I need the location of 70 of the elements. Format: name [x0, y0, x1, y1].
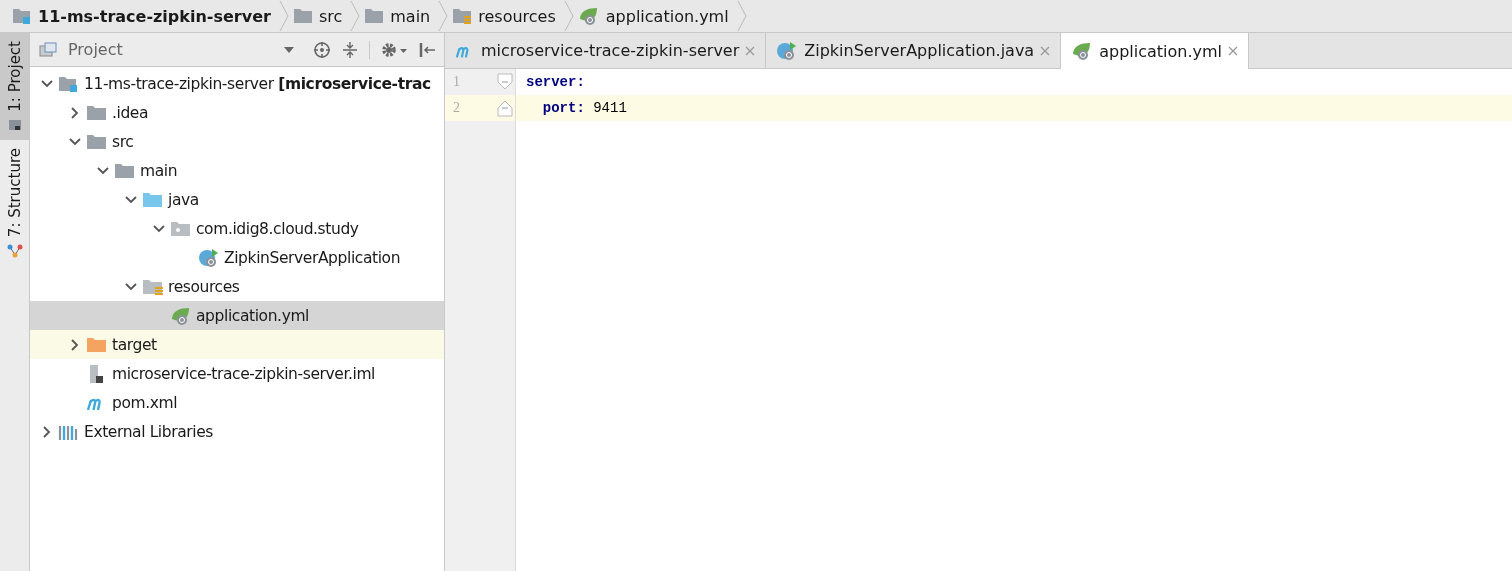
editor-tab[interactable]: microservice-trace-zipkin-server [445, 33, 767, 68]
package-icon [170, 219, 192, 238]
breadcrumb-item[interactable]: resources [478, 6, 556, 26]
folder-icon [86, 132, 108, 151]
tree-row[interactable]: resources [30, 272, 444, 301]
resources-folder-icon [142, 277, 164, 296]
collapse-all-icon[interactable] [341, 40, 359, 59]
tree-item-label: 11-ms-trace-zipkin-server [microservice-trac [84, 74, 431, 93]
module-icon [12, 7, 32, 25]
breadcrumb-item[interactable]: application.yml [605, 6, 729, 26]
tool-window-tab[interactable]: 1: Project [0, 33, 29, 140]
structure-icon [6, 242, 23, 259]
tree-item-label: target [112, 335, 157, 354]
tree-item-label: main [140, 161, 178, 180]
chevron-separator-icon [736, 1, 747, 31]
fold-marker-icon[interactable] [497, 99, 513, 117]
tree-row[interactable]: External Libraries [30, 417, 444, 446]
class-icon [198, 247, 220, 268]
editor-tab[interactable]: application.yml [1061, 33, 1249, 69]
tree-item-label: External Libraries [84, 422, 213, 441]
tree-item-label: resources [168, 277, 240, 296]
tree-row[interactable]: pom.xml [30, 388, 444, 417]
chevron-separator-icon [350, 1, 361, 31]
tree-row[interactable]: ZipkinServerApplication [30, 243, 444, 272]
module-icon [58, 74, 80, 93]
tree-row[interactable]: target [30, 330, 444, 359]
panel-title: Project [68, 40, 124, 59]
folder-icon [292, 7, 313, 25]
tree-row[interactable]: .idea [30, 98, 444, 127]
tool-window-tab[interactable]: 7: Structure [0, 139, 29, 267]
tree-row[interactable]: com.idig8.cloud.study [30, 214, 444, 243]
chevron-separator-icon [438, 1, 449, 31]
tree-item-label: microservice-trace-zipkin-server.iml [112, 364, 376, 383]
project-view-icon [38, 40, 58, 59]
tree-item-label: .idea [112, 103, 149, 122]
code-line: port: 9411 [541, 100, 627, 116]
tree-item-label: ZipkinServerApplication [224, 248, 401, 267]
line-number: 1 [445, 69, 497, 95]
tree-item-label: src [112, 132, 134, 151]
dropdown-caret-icon[interactable] [283, 45, 295, 54]
tree-row[interactable]: application.yml [30, 301, 444, 330]
hide-panel-icon[interactable] [418, 40, 436, 59]
tree-item-label: com.idig8.cloud.study [196, 219, 359, 238]
settings-icon[interactable] [380, 40, 408, 59]
tree-row[interactable]: 11-ms-trace-zipkin-server [microservice-trac [30, 69, 444, 98]
folder-icon [142, 190, 164, 209]
code-line: server: [526, 74, 585, 90]
chevron-separator-icon [278, 1, 289, 31]
folder-icon [86, 335, 108, 354]
breadcrumb-item[interactable]: main [390, 6, 431, 26]
tree-row[interactable]: main [30, 156, 444, 185]
close-icon[interactable] [1228, 46, 1238, 56]
folder-icon [114, 161, 136, 180]
tree-item-label: pom.xml [112, 393, 178, 412]
folder-icon [364, 7, 385, 25]
chevron-separator-icon [563, 1, 574, 31]
tree-row[interactable]: java [30, 185, 444, 214]
tree-row[interactable]: src [30, 127, 444, 156]
breadcrumb-item[interactable]: 11-ms-trace-zipkin-server [38, 6, 271, 26]
tree-item-label: java [168, 190, 199, 209]
resources-folder-icon [452, 7, 473, 25]
leaf-icon [170, 305, 192, 326]
tree-row[interactable]: microservice-trace-zipkin-server.iml [30, 359, 444, 388]
fold-marker-icon[interactable] [497, 73, 513, 91]
leaf-icon [577, 6, 600, 26]
folder-icon [86, 103, 108, 122]
locate-icon[interactable] [313, 40, 331, 59]
breadcrumb-item[interactable]: src [318, 6, 343, 26]
tree-item-label: application.yml [196, 306, 309, 325]
folder-icon [7, 117, 22, 132]
